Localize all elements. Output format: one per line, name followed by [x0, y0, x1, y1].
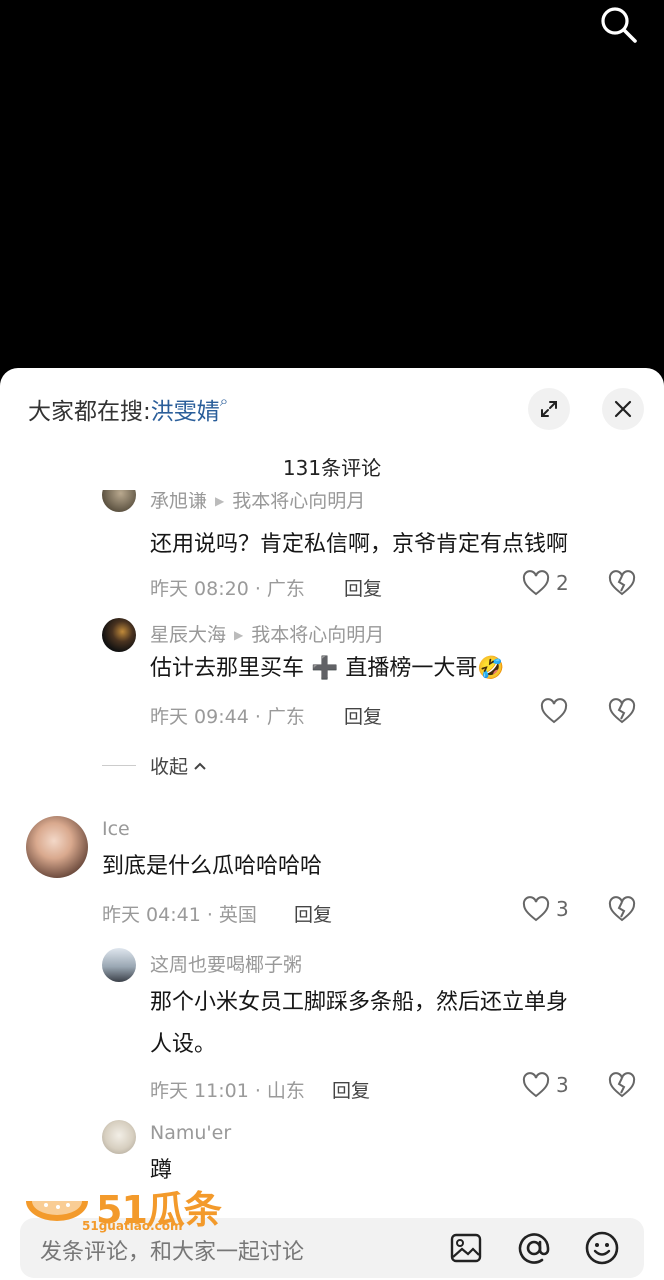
reply-text-line1: 那个小米女员工脚踩多条船，然后还立单身 [150, 990, 569, 1015]
search-icon[interactable] [598, 4, 640, 46]
avatar[interactable] [102, 1120, 136, 1154]
at-icon[interactable] [516, 1230, 552, 1266]
like-count: 3 [556, 897, 569, 921]
comment-input-placeholder: 发条评论，和大家一起讨论 [40, 1240, 305, 1265]
hot-search-keyword[interactable]: 洪雯婧 [151, 399, 220, 425]
emoji-icon[interactable] [584, 1230, 620, 1266]
comment-count: 131条评论 [282, 456, 382, 480]
like-count: 2 [556, 571, 569, 595]
reply-button[interactable]: 回复 [332, 1076, 370, 1103]
reply-arrow-icon: ▶ [234, 628, 244, 642]
heart-icon [522, 1072, 550, 1098]
watermark-url: 51guatiao.com [82, 1219, 183, 1233]
comment-meta: 昨天 04:41 · 英国 [102, 904, 257, 926]
reply-button[interactable]: 回复 [344, 574, 382, 601]
heart-icon [522, 896, 550, 922]
reply-meta: 昨天 08:20 · 广东 [150, 578, 305, 600]
like-button[interactable]: 2 [522, 570, 569, 596]
like-count: 3 [556, 1073, 569, 1097]
reply-button[interactable]: 回复 [294, 900, 332, 927]
reply-author[interactable]: 这周也要喝椰子粥 [150, 950, 302, 977]
reply-meta: 昨天 11:01 · 山东 [150, 1080, 305, 1102]
divider [102, 765, 136, 766]
reply-author[interactable]: 承旭谦 ▶ 我本将心向明月 [150, 492, 365, 513]
avatar[interactable] [102, 490, 136, 512]
expand-button[interactable] [528, 388, 570, 430]
close-button[interactable] [602, 388, 644, 430]
comment-sheet: 大家都在搜:洪雯婧⌕ 131条评论 承旭谦 ▶ 我本将心向明月 还用说吗？肯定私信啊… [0, 368, 664, 1280]
expand-icon [541, 401, 557, 417]
reply-text: 估计去那里买车 ➕ 直播榜一大哥🤣 [150, 656, 505, 681]
hot-search[interactable]: 大家都在搜:洪雯婧⌕ [28, 392, 228, 426]
like-button[interactable]: 3 [522, 1072, 569, 1098]
reply-author[interactable]: 星辰大海 ▶ 我本将心向明月 [150, 620, 384, 647]
reply-meta: 昨天 09:44 · 广东 [150, 706, 305, 728]
collapse-replies-button[interactable]: 收起 [102, 752, 208, 779]
watermark-logo: 51瓜条 51guatiao.com [22, 1175, 232, 1235]
reply-button[interactable]: 回复 [344, 702, 382, 729]
comment-list[interactable]: 承旭谦 ▶ 我本将心向明月 还用说吗？肯定私信啊，京爷肯定有点钱啊 昨天 08:20… [0, 490, 664, 1210]
hot-search-magnifier-icon: ⌕ [219, 392, 229, 410]
broken-heart-icon[interactable] [608, 1072, 636, 1098]
close-icon [614, 400, 632, 418]
image-icon[interactable] [448, 1230, 484, 1266]
reply-text: 还用说吗？肯定私信啊，京爷肯定有点钱啊 [150, 532, 569, 557]
avatar[interactable] [102, 618, 136, 652]
avatar[interactable] [102, 948, 136, 982]
like-button[interactable] [540, 698, 568, 724]
comment-author[interactable]: Ice [102, 818, 130, 840]
broken-heart-icon[interactable] [608, 896, 636, 922]
broken-heart-icon[interactable] [608, 570, 636, 596]
watermark-melon-icon [26, 1201, 88, 1221]
video-area[interactable] [0, 0, 664, 370]
avatar[interactable] [26, 816, 88, 878]
broken-heart-icon[interactable] [608, 698, 636, 724]
heart-icon [522, 570, 550, 596]
reply-text-line2: 人设。 [150, 1032, 217, 1057]
chevron-up-icon [194, 762, 206, 770]
heart-icon [540, 698, 568, 724]
collapse-label: 收起 [150, 756, 189, 778]
hot-search-prefix: 大家都在搜: [28, 399, 151, 425]
like-button[interactable]: 3 [522, 896, 569, 922]
reply-arrow-icon: ▶ [215, 494, 225, 508]
reply-author[interactable]: Namu'er [150, 1122, 231, 1144]
comment-text: 到底是什么瓜哈哈哈哈 [102, 854, 323, 879]
